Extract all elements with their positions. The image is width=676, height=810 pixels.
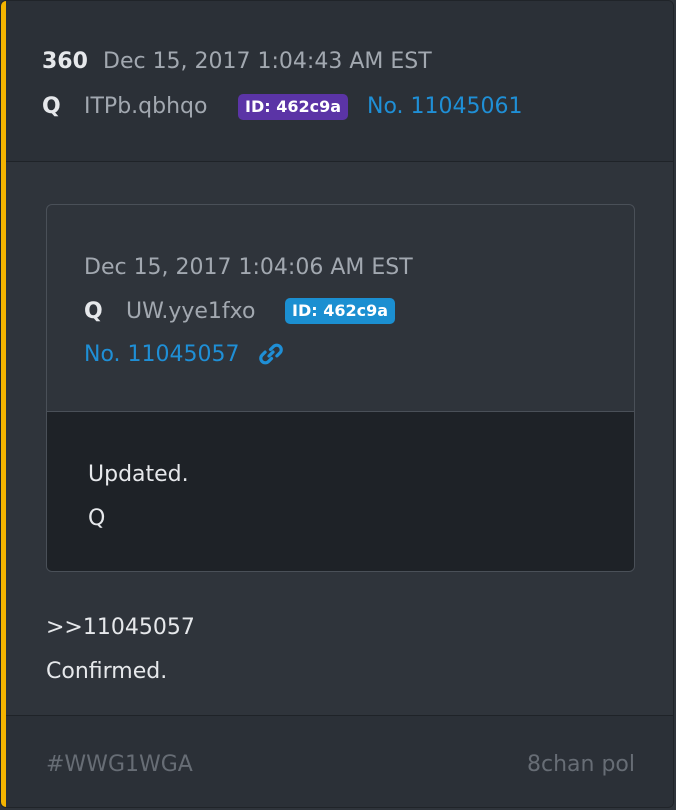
post-header: 360 Dec 15, 2017 1:04:43 AM EST Q ITPb.q…: [6, 1, 673, 162]
hashtag: #WWG1WGA: [46, 752, 193, 777]
post-timestamp: Dec 15, 2017 1:04:43 AM EST: [103, 49, 432, 74]
q-post-card: 360 Dec 15, 2017 1:04:43 AM EST Q ITPb.q…: [0, 0, 674, 808]
chain-link-icon[interactable]: [257, 340, 285, 368]
reply-quote-link[interactable]: >>11045057: [46, 615, 195, 640]
post-number-link[interactable]: No. 11045061: [367, 94, 523, 119]
source-label: 8chan pol: [527, 752, 635, 777]
post-number: 360: [42, 49, 88, 74]
post-footer: #WWG1WGA 8chan pol: [6, 715, 673, 807]
quoted-post-author: Q: [84, 299, 103, 324]
quoted-post-tripcode: UW.yye1fxo: [126, 299, 256, 324]
id-badge: ID: 462c9a: [238, 94, 349, 120]
quoted-post-number-link[interactable]: No. 11045057: [84, 342, 240, 367]
quoted-body-line: Q: [88, 506, 106, 531]
quoted-id-badge: ID: 462c9a: [285, 298, 396, 324]
reply-text: Confirmed.: [46, 659, 168, 684]
quoted-body-line: Updated.: [88, 462, 189, 487]
quoted-post-timestamp: Dec 15, 2017 1:04:06 AM EST: [84, 255, 413, 280]
quoted-post: Dec 15, 2017 1:04:06 AM EST Q UW.yye1fxo…: [46, 204, 635, 572]
post-author: Q: [42, 94, 61, 119]
quoted-post-header: Dec 15, 2017 1:04:06 AM EST Q UW.yye1fxo…: [47, 205, 634, 412]
quoted-post-body: Updated. Q: [47, 412, 634, 571]
post-tripcode: ITPb.qbhqo: [84, 94, 208, 119]
